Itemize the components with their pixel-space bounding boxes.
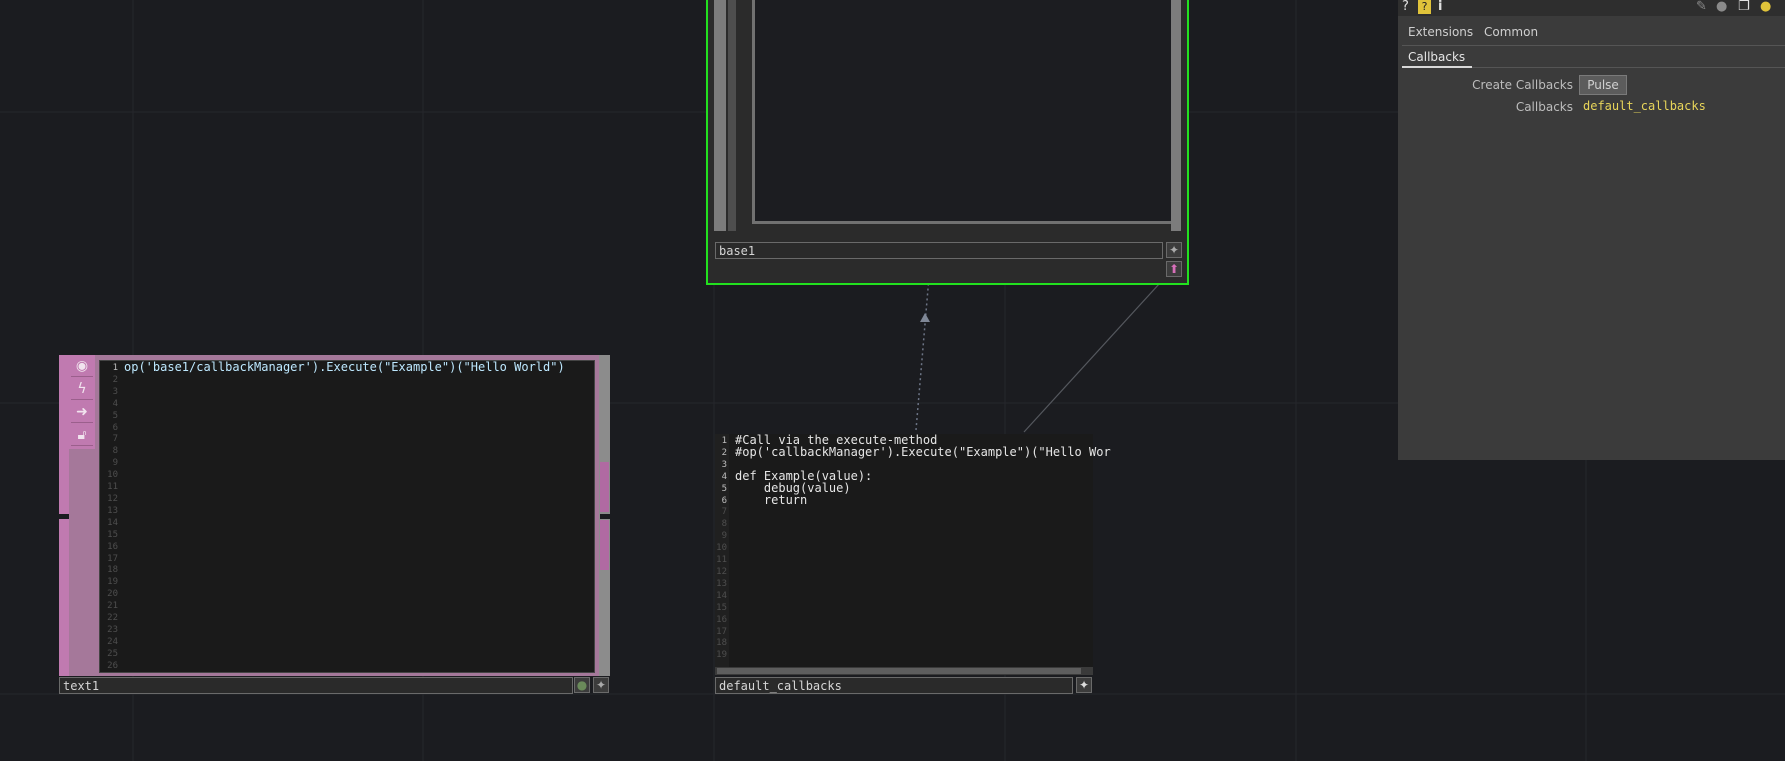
line-number: 2 bbox=[721, 447, 727, 458]
docked-wire bbox=[1023, 282, 1161, 433]
active-tab-indicator bbox=[1402, 66, 1472, 68]
base1-left-rail bbox=[714, 0, 726, 231]
tab-common[interactable]: Common bbox=[1484, 25, 1538, 39]
line-number: 14 bbox=[716, 590, 727, 601]
line-number: 1 bbox=[721, 436, 727, 446]
default-callbacks-name-field[interactable]: default_callbacks bbox=[715, 677, 1073, 694]
text1-input-connector[interactable] bbox=[59, 514, 69, 519]
text1-line-numbers: 1 2 3 4 5 6 7 8 9 10 11 12 13 14 15 16 17 18 19 20 21 22 23 24 2… bbox=[100, 363, 118, 673]
page-divider bbox=[1472, 67, 1785, 68]
text1-output-connector[interactable] bbox=[600, 514, 610, 519]
base1-upload-icon[interactable]: ⬆ bbox=[1166, 261, 1182, 277]
help-icon[interactable]: ? bbox=[1402, 0, 1409, 14]
line-number: 12 bbox=[716, 566, 727, 577]
base1-left-rail-inner bbox=[728, 0, 736, 231]
tab-callbacks[interactable]: Callbacks bbox=[1408, 50, 1465, 64]
line-number: 24 bbox=[107, 636, 118, 647]
text1-scroll-thumb-2[interactable] bbox=[600, 520, 609, 570]
line-number: 17 bbox=[107, 553, 118, 564]
line-number: 8 bbox=[112, 446, 118, 457]
info-icon[interactable]: i bbox=[1438, 0, 1442, 14]
edit-icon[interactable]: ✎ bbox=[1696, 0, 1707, 14]
default-callbacks-add-icon[interactable]: ✦ bbox=[1076, 677, 1092, 693]
line-number: 20 bbox=[107, 589, 118, 600]
line-number: 11 bbox=[107, 482, 118, 493]
default-callbacks-dat[interactable]: 1 2 3 4 5 6 7 8 9 10 11 12 13 14 15 16 17 18 19 #Call via … bbox=[715, 434, 1111, 675]
line-number: 25 bbox=[107, 648, 118, 659]
line-number: 3 bbox=[721, 459, 727, 470]
line-number: 10 bbox=[107, 470, 118, 481]
tab-divider bbox=[1402, 45, 1785, 46]
line-number: 11 bbox=[716, 555, 727, 566]
text1-editor[interactable]: 1 2 3 4 5 6 7 8 9 10 11 12 13 14 15 16 17 18 19 20 21 22 23 24 2… bbox=[99, 360, 595, 673]
line-number: 14 bbox=[107, 517, 118, 528]
parameter-panel: ? ? i ✎ ● ❐ ● Extensions Common Callback… bbox=[1398, 0, 1785, 460]
callbacks-label: Callbacks bbox=[1515, 100, 1573, 114]
python-help-icon[interactable]: ? bbox=[1418, 0, 1431, 14]
line-number: 9 bbox=[721, 531, 727, 542]
line-number: 5 bbox=[721, 483, 727, 494]
line-number: 23 bbox=[107, 624, 118, 635]
line-number: 22 bbox=[107, 613, 118, 624]
default-callbacks-code[interactable]: #Call via the execute-method #op('callba… bbox=[735, 434, 1111, 506]
line-number: 21 bbox=[107, 601, 118, 612]
line-number: 3 bbox=[112, 386, 118, 397]
base1-right-rail bbox=[1171, 0, 1181, 231]
text1-add-icon[interactable]: ✦ bbox=[593, 677, 609, 693]
line-number: 6 bbox=[112, 422, 118, 433]
base1-component[interactable]: base1 ✦ ⬆ bbox=[706, 0, 1189, 285]
line-number: 7 bbox=[112, 434, 118, 445]
pulse-button[interactable]: Pulse bbox=[1579, 75, 1627, 95]
line-number: 12 bbox=[107, 493, 118, 504]
text1-dat[interactable]: ◉ ϟ ➜ 🔓︎ 1 2 3 4 5 6 7 8 9 10 11 12 13 14 15 16 17 18 19 20… bbox=[59, 355, 610, 676]
create-callbacks-label: Create Callbacks bbox=[1472, 78, 1573, 92]
line-number: 16 bbox=[716, 614, 727, 625]
line-number: 4 bbox=[721, 471, 727, 482]
viewer-toggle-icon[interactable]: ◉ bbox=[71, 355, 93, 377]
line-number: 13 bbox=[716, 578, 727, 589]
line-number: 8 bbox=[721, 519, 727, 530]
line-number: 10 bbox=[716, 543, 727, 554]
callbacks-value-field[interactable]: default_callbacks bbox=[1583, 99, 1706, 113]
python-icon[interactable]: ● bbox=[1760, 0, 1771, 14]
line-number: 5 bbox=[112, 410, 118, 421]
comment-icon[interactable]: ● bbox=[1716, 0, 1727, 14]
line-number: 19 bbox=[716, 650, 727, 661]
line-number: 7 bbox=[721, 507, 727, 518]
line-number: 2 bbox=[112, 374, 118, 385]
text1-name-field[interactable]: text1 bbox=[59, 677, 573, 694]
line-number: 26 bbox=[107, 660, 118, 671]
text1-status-icon: ● bbox=[574, 677, 590, 693]
base1-name-field[interactable]: base1 bbox=[715, 242, 1163, 259]
line-number: 6 bbox=[721, 495, 727, 506]
line-number: 4 bbox=[112, 398, 118, 409]
line-number: 17 bbox=[716, 626, 727, 637]
line-number: 1 bbox=[112, 363, 118, 373]
default-callbacks-line-numbers: 1 2 3 4 5 6 7 8 9 10 11 12 13 14 15 16 17 18 19 bbox=[715, 436, 727, 662]
line-number: 13 bbox=[107, 505, 118, 516]
line-number: 18 bbox=[716, 638, 727, 649]
lightning-icon[interactable]: ϟ bbox=[71, 378, 93, 400]
line-number: 15 bbox=[107, 529, 118, 540]
base1-viewer[interactable] bbox=[752, 0, 1176, 224]
line-number: 15 bbox=[716, 602, 727, 613]
text1-scroll-thumb[interactable] bbox=[600, 462, 609, 512]
reference-wire-arrow bbox=[920, 313, 930, 322]
lock-icon[interactable]: 🔓︎ bbox=[71, 424, 93, 446]
line-number: 18 bbox=[107, 565, 118, 576]
line-number: 9 bbox=[112, 458, 118, 469]
text1-code[interactable]: op('base1/callbackManager').Execute("Exa… bbox=[124, 361, 565, 374]
base1-add-icon[interactable]: ✦ bbox=[1166, 242, 1182, 258]
default-callbacks-hscroll-thumb[interactable] bbox=[717, 668, 1081, 674]
tab-extensions[interactable]: Extensions bbox=[1408, 25, 1473, 39]
line-number: 19 bbox=[107, 577, 118, 588]
line-number: 16 bbox=[107, 541, 118, 552]
default-callbacks-hscrollbar[interactable] bbox=[715, 667, 1093, 675]
arrow-right-icon[interactable]: ➜ bbox=[71, 401, 93, 423]
clone-icon[interactable]: ❐ bbox=[1738, 0, 1750, 14]
